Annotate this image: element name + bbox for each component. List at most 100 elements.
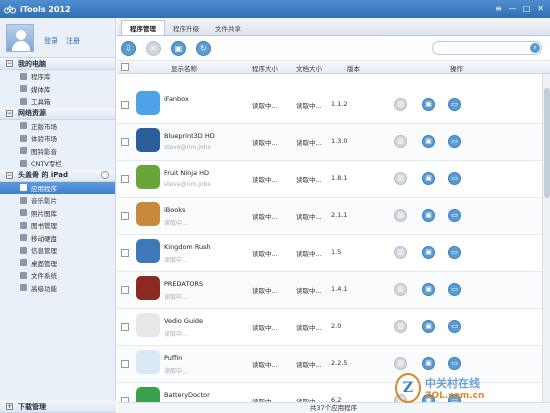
row-checkbox[interactable] <box>121 286 129 294</box>
sidebar-item[interactable]: 工具箱 <box>0 95 115 108</box>
table-row[interactable]: iBooks 读取中... 读取中... 读取中... 2.1.1 ▥ ▣ ▭ <box>117 198 542 235</box>
trash-icon[interactable]: ▥ <box>394 283 407 296</box>
table-header: 显示名称 程序大小 文档大小 版本 操作 <box>117 61 550 74</box>
sidebar-item-label: 体验市场 <box>31 135 57 144</box>
select-all-checkbox[interactable] <box>121 63 129 71</box>
trash-icon[interactable]: ▥ <box>394 246 407 259</box>
scrollbar-thumb[interactable] <box>544 88 550 198</box>
tab-app-upgrade[interactable]: 程序升级 <box>165 20 207 35</box>
save-icon[interactable]: ▣ <box>422 98 435 111</box>
row-checkbox[interactable] <box>121 212 129 220</box>
trash-icon[interactable]: ▥ <box>394 172 407 185</box>
sidebar-item[interactable]: 高级功能 <box>0 282 115 295</box>
doc-size: 读取中... <box>296 139 322 147</box>
section-download-manager[interactable]: + 下载管理 <box>0 401 116 413</box>
tab-app-management[interactable]: 程序管理 <box>121 20 165 35</box>
tab-file-sharing[interactable]: 文件共享 <box>207 20 249 35</box>
save-icon[interactable]: ▣ <box>422 246 435 259</box>
sidebar-item[interactable]: 照片图库 <box>0 207 115 220</box>
app-title: iTools 2012 <box>20 4 71 14</box>
sidebar-item[interactable]: 移动硬盘 <box>0 232 115 245</box>
save-icon[interactable]: ▣ <box>422 320 435 333</box>
trash-icon[interactable]: ▥ <box>394 357 407 370</box>
refresh-button[interactable]: ↻ <box>196 40 211 56</box>
sidebar-item[interactable]: 桌面管理 <box>0 257 115 270</box>
table-row[interactable]: PREDATORS 读取中... 读取中... 读取中... 1.4.1 ▥ ▣ ▭ <box>117 272 542 309</box>
watermark: Z 中关村在线 ZOL.com.cn <box>395 373 545 407</box>
sidebar-item[interactable]: 音乐影片 <box>0 194 115 207</box>
row-checkbox[interactable] <box>121 323 129 331</box>
app-version: 1.3.0 <box>331 137 348 145</box>
trial-market-icon <box>20 134 27 142</box>
table-row[interactable]: iFanbox 读取中... 读取中... 1.1.2 ▥ ▣ ▭ <box>117 87 542 124</box>
sidebar-item[interactable]: 媒体库 <box>0 83 115 96</box>
trash-icon[interactable]: ▥ <box>394 135 407 148</box>
trash-icon[interactable]: ▥ <box>394 320 407 333</box>
login-link[interactable]: 登录 <box>44 36 58 46</box>
row-checkbox[interactable] <box>121 138 129 146</box>
sidebar-section[interactable]: − 头盖骨 的 iPad <box>0 169 115 182</box>
sidebar-item[interactable]: 正版市场 <box>0 120 115 133</box>
sidebar-item[interactable]: 图铃影音 <box>0 145 115 158</box>
backup-button[interactable]: ▣ <box>171 40 186 56</box>
header-version[interactable]: 版本 <box>347 63 360 73</box>
photo-icon <box>20 209 27 217</box>
uninstall-button[interactable]: ✕ <box>146 40 161 56</box>
table-row[interactable]: Vedio Guide 读取中... 读取中... 读取中... 2.0 ▥ ▣ ▭ <box>117 309 542 346</box>
save-icon[interactable]: ▣ <box>422 283 435 296</box>
title-bar: iTools 2012 ≡ — □ ✕ <box>0 0 550 18</box>
scrollbar[interactable] <box>542 74 550 410</box>
save-icon[interactable]: ▣ <box>422 172 435 185</box>
row-checkbox[interactable] <box>121 175 129 183</box>
table-row[interactable]: Fruit Ninja HD steve@rim.jobs 读取中... 读取中...… <box>117 161 542 198</box>
sidebar-item-label: 正版市场 <box>31 122 57 131</box>
sidebar-item[interactable]: CNTV专栏 <box>0 157 115 170</box>
save-icon[interactable]: ▣ <box>422 209 435 222</box>
sidebar-item[interactable]: 图书管理 <box>0 219 115 232</box>
sidebar-item[interactable]: 信息管理 <box>0 244 115 257</box>
header-name[interactable]: 显示名称 <box>171 63 197 73</box>
save-icon[interactable]: ▣ <box>422 357 435 370</box>
zol-logo: Z <box>395 373 421 403</box>
row-checkbox[interactable] <box>121 360 129 368</box>
folder-icon[interactable]: ▭ <box>448 320 461 333</box>
folder-icon[interactable]: ▭ <box>448 246 461 259</box>
table-row[interactable]: Blueprint3D HD steve@rim.jobs 读取中... 读取中...… <box>117 124 542 161</box>
collapse-icon[interactable]: − <box>6 109 13 117</box>
app-version: 1.5 <box>331 248 342 256</box>
sidebar-section[interactable]: − 网络资源 <box>0 107 115 120</box>
register-link[interactable]: 注册 <box>66 36 80 46</box>
sidebar-item[interactable]: 应用程序 <box>0 181 115 194</box>
minimize-button[interactable]: — <box>507 3 518 14</box>
folder-icon[interactable]: ▭ <box>448 209 461 222</box>
folder-icon[interactable]: ▭ <box>448 135 461 148</box>
collapse-icon[interactable]: − <box>6 60 13 67</box>
header-doc-size[interactable]: 文档大小 <box>296 63 322 73</box>
row-checkbox[interactable] <box>121 249 129 257</box>
trash-icon[interactable]: ▥ <box>394 209 407 222</box>
eject-icon[interactable] <box>101 171 109 179</box>
folder-icon[interactable]: ▭ <box>448 172 461 185</box>
sidebar-item[interactable]: 文件系统 <box>0 269 115 282</box>
collapse-icon[interactable]: − <box>6 171 13 179</box>
search-input[interactable]: ⌕ <box>432 41 542 55</box>
folder-icon[interactable]: ▭ <box>448 283 461 296</box>
row-checkbox[interactable] <box>121 101 129 109</box>
trash-icon[interactable]: ▥ <box>394 98 407 111</box>
menu-button[interactable]: ≡ <box>493 3 504 14</box>
sidebar-item-label: 桌面管理 <box>31 259 57 268</box>
install-button[interactable]: ⇩ <box>121 40 136 56</box>
sidebar-item[interactable]: 体验市场 <box>0 132 115 145</box>
search-icon[interactable]: ⌕ <box>530 43 540 53</box>
close-button[interactable]: ✕ <box>535 3 546 14</box>
sidebar-section[interactable]: − 我的电脑 <box>0 58 115 70</box>
header-size[interactable]: 程序大小 <box>252 63 278 73</box>
sidebar-item[interactable]: 程序库 <box>0 70 115 83</box>
table-row[interactable]: Kingdom Rush 读取中... 读取中... 读取中... 1.5 ▥ ▣ ▭ <box>117 235 542 272</box>
maximize-button[interactable]: □ <box>521 3 532 14</box>
sidebar-item-label: 高级功能 <box>31 284 57 293</box>
avatar[interactable] <box>6 24 34 52</box>
folder-icon[interactable]: ▭ <box>448 98 461 111</box>
save-icon[interactable]: ▣ <box>422 135 435 148</box>
folder-icon[interactable]: ▭ <box>448 357 461 370</box>
